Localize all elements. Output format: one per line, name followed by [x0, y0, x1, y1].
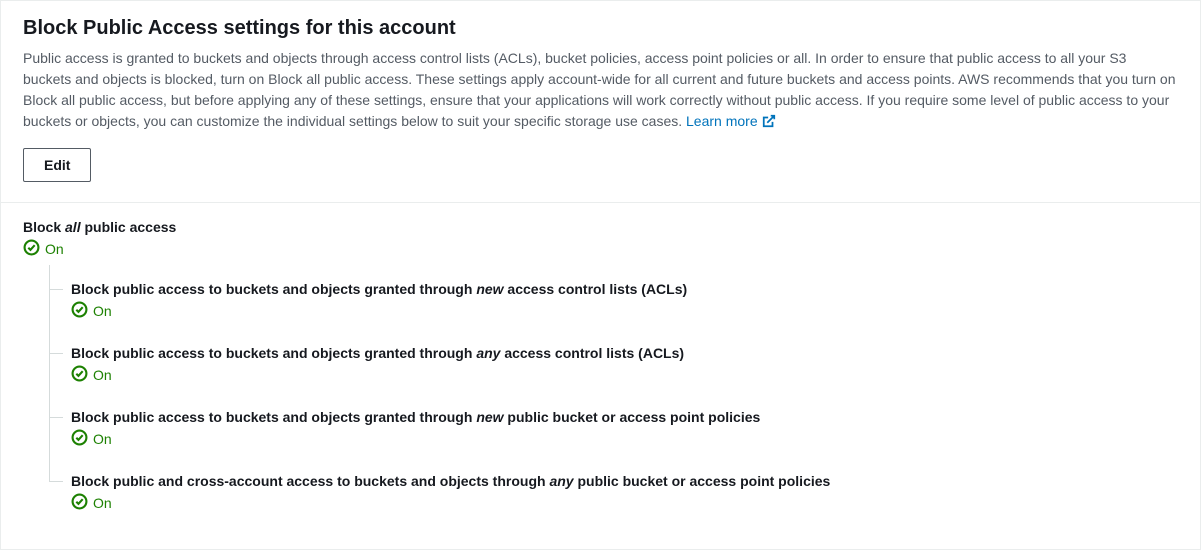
subsetting-title: Block public and cross-account access to…	[71, 473, 1178, 489]
block-all-title: Block all public access	[23, 219, 1178, 235]
description-body: Public access is granted to buckets and …	[23, 50, 1176, 129]
subsetting-emph: new	[476, 281, 503, 297]
subsetting-emph: any	[476, 345, 500, 361]
block-public-access-panel: Block Public Access settings for this ac…	[0, 0, 1201, 550]
subsetting-suffix: access control lists (ACLs)	[504, 281, 688, 297]
subsetting-title: Block public access to buckets and objec…	[71, 345, 1178, 361]
subsetting-new-acls: Block public access to buckets and objec…	[49, 273, 1178, 329]
subsetting-status: On	[71, 493, 1178, 513]
learn-more-link[interactable]: Learn more	[686, 113, 776, 129]
panel-body: Block all public access On Block public …	[1, 203, 1200, 549]
status-on-text: On	[93, 431, 112, 447]
subsetting-any-policies: Block public and cross-account access to…	[49, 465, 1178, 521]
subsetting-suffix: public bucket or access point policies	[504, 409, 761, 425]
subsetting-any-acls: Block public access to buckets and objec…	[49, 337, 1178, 393]
edit-button[interactable]: Edit	[23, 148, 91, 182]
check-circle-icon	[71, 365, 88, 385]
subsetting-title: Block public access to buckets and objec…	[71, 409, 1178, 425]
subsetting-prefix: Block public access to buckets and objec…	[71, 409, 476, 425]
learn-more-label: Learn more	[686, 113, 758, 129]
check-circle-icon	[71, 493, 88, 513]
subsetting-prefix: Block public and cross-account access to…	[71, 473, 549, 489]
block-all-emph: all	[65, 219, 81, 235]
subsetting-status: On	[71, 301, 1178, 321]
external-link-icon	[762, 113, 776, 134]
subsetting-suffix: public bucket or access point policies	[574, 473, 831, 489]
status-on-text: On	[93, 303, 112, 319]
subsettings-list: Block public access to buckets and objec…	[23, 273, 1178, 521]
status-on-text: On	[93, 495, 112, 511]
description-text: Public access is granted to buckets and …	[23, 48, 1178, 134]
status-on-text: On	[45, 241, 64, 257]
block-all-setting: Block all public access On	[23, 219, 1178, 259]
subsetting-emph: new	[476, 409, 503, 425]
check-circle-icon	[71, 429, 88, 449]
subsetting-status: On	[71, 429, 1178, 449]
block-all-prefix: Block	[23, 219, 65, 235]
subsetting-emph: any	[549, 473, 573, 489]
subsetting-prefix: Block public access to buckets and objec…	[71, 281, 476, 297]
status-on-text: On	[93, 367, 112, 383]
block-all-status: On	[23, 239, 1178, 259]
subsetting-status: On	[71, 365, 1178, 385]
panel-header: Block Public Access settings for this ac…	[1, 1, 1200, 203]
subsetting-title: Block public access to buckets and objec…	[71, 281, 1178, 297]
subsetting-prefix: Block public access to buckets and objec…	[71, 345, 476, 361]
subsetting-new-policies: Block public access to buckets and objec…	[49, 401, 1178, 457]
subsetting-suffix: access control lists (ACLs)	[500, 345, 684, 361]
page-title: Block Public Access settings for this ac…	[23, 17, 1178, 40]
check-circle-icon	[23, 239, 40, 259]
check-circle-icon	[71, 301, 88, 321]
block-all-suffix: public access	[81, 219, 177, 235]
